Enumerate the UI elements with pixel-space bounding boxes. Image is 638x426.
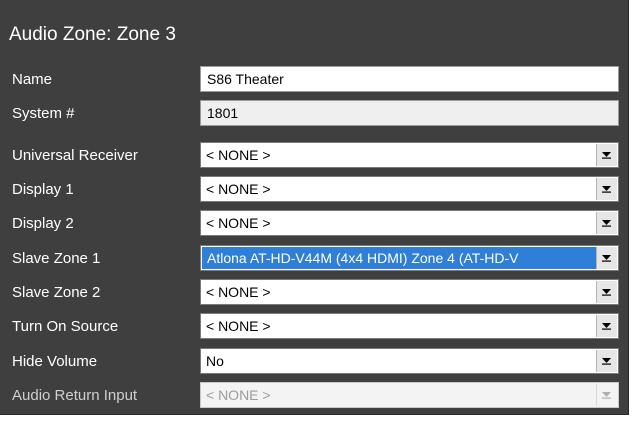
name-label: Name [12, 71, 53, 88]
display-1-label: Display 1 [12, 181, 74, 198]
panel-title: Audio Zone: Zone 3 [9, 24, 176, 45]
hide-volume-select[interactable]: No [200, 348, 619, 374]
hide-volume-dropdown-button[interactable] [596, 350, 617, 372]
row-display-1: Display 1 < NONE > [0, 174, 628, 205]
audio-zone-panel: Audio Zone: Zone 3 Name S86 Theater Syst… [0, 0, 629, 415]
slave-zone-2-select[interactable]: < NONE > [200, 279, 619, 305]
turn-on-source-label: Turn On Source [12, 318, 119, 335]
display-2-select[interactable]: < NONE > [200, 210, 619, 236]
turn-on-source-dropdown-button[interactable] [596, 315, 617, 337]
chevron-down-icon [602, 220, 611, 227]
universal-receiver-value: < NONE > [206, 147, 271, 163]
chevron-down-icon [602, 358, 611, 365]
system-number-label: System # [12, 105, 75, 122]
audio-return-input-select: < NONE > [200, 382, 619, 408]
slave-zone-1-select[interactable]: Atlona AT-HD-V44M (4x4 HDMI) Zone 4 (AT-… [200, 245, 619, 271]
hide-volume-label: Hide Volume [12, 353, 98, 370]
display-1-value: < NONE > [206, 181, 271, 197]
turn-on-source-select[interactable]: < NONE > [200, 313, 619, 339]
universal-receiver-select[interactable]: < NONE > [200, 142, 619, 168]
row-universal-receiver: Universal Receiver < NONE > [0, 140, 628, 171]
row-hide-volume: Hide Volume No [0, 346, 628, 377]
display-2-label: Display 2 [12, 215, 74, 232]
chevron-down-icon [602, 289, 611, 296]
row-turn-on-source: Turn On Source < NONE > [0, 311, 628, 342]
slave-zone-2-dropdown-button[interactable] [596, 281, 617, 303]
row-system-number: System # 1801 [0, 98, 628, 129]
display-1-dropdown-button[interactable] [596, 178, 617, 200]
audio-return-input-dropdown-button [596, 384, 617, 406]
display-2-value: < NONE > [206, 215, 271, 231]
name-input[interactable]: S86 Theater [200, 66, 619, 92]
row-name: Name S86 Theater [0, 64, 628, 95]
audio-return-input-label: Audio Return Input [12, 387, 138, 404]
chevron-down-icon [602, 186, 611, 193]
chevron-down-icon [602, 392, 611, 399]
universal-receiver-label: Universal Receiver [12, 147, 138, 164]
audio-return-input-value: < NONE > [206, 387, 271, 403]
chevron-down-icon [602, 255, 611, 262]
slave-zone-2-label: Slave Zone 2 [12, 284, 101, 301]
display-1-select[interactable]: < NONE > [200, 176, 619, 202]
slave-zone-2-value: < NONE > [206, 284, 271, 300]
chevron-down-icon [602, 323, 611, 330]
slave-zone-1-dropdown-button[interactable] [596, 247, 617, 269]
turn-on-source-value: < NONE > [206, 318, 271, 334]
hide-volume-value: No [206, 353, 224, 369]
slave-zone-1-label: Slave Zone 1 [12, 250, 101, 267]
universal-receiver-dropdown-button[interactable] [596, 144, 617, 166]
display-2-dropdown-button[interactable] [596, 212, 617, 234]
row-slave-zone-2: Slave Zone 2 < NONE > [0, 277, 628, 308]
chevron-down-icon [602, 152, 611, 159]
row-display-2: Display 2 < NONE > [0, 208, 628, 239]
slave-zone-1-value: Atlona AT-HD-V44M (4x4 HDMI) Zone 4 (AT-… [202, 247, 596, 269]
system-number-field: 1801 [200, 100, 619, 126]
row-slave-zone-1: Slave Zone 1 Atlona AT-HD-V44M (4x4 HDMI… [0, 243, 628, 274]
row-audio-return-input: Audio Return Input < NONE > [0, 380, 628, 411]
